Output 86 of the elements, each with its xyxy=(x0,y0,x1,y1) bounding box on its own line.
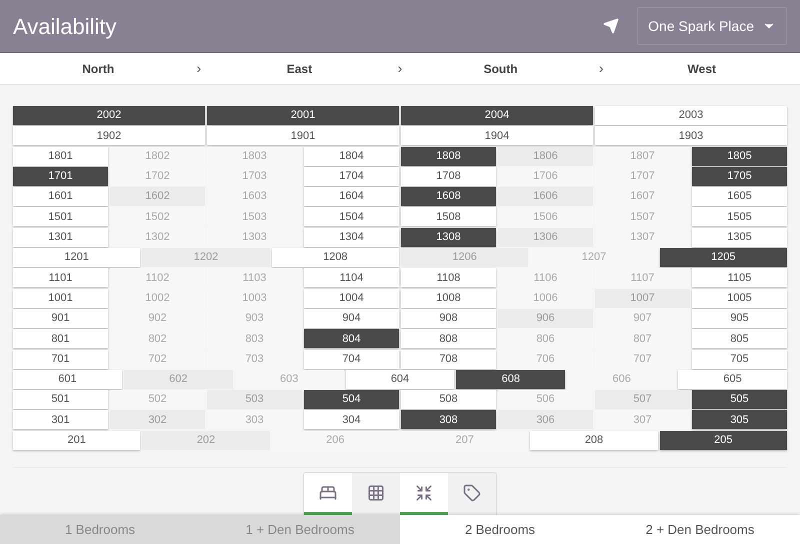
chevron-separator: › xyxy=(196,59,202,78)
grid-tab[interactable] xyxy=(352,473,400,515)
unit-cell[interactable]: 608 xyxy=(456,370,566,389)
unit-cell[interactable]: 705 xyxy=(692,350,787,369)
unit-cell[interactable]: 205 xyxy=(660,430,787,450)
unit-cell[interactable]: 305 xyxy=(692,410,787,430)
unit-cell[interactable]: 2004 xyxy=(401,106,593,125)
unit-cell[interactable]: 1805 xyxy=(692,146,787,166)
unit-cell[interactable]: 1601 xyxy=(13,187,108,206)
direction-tab[interactable]: West xyxy=(604,60,800,78)
shrink-tab[interactable] xyxy=(400,473,448,515)
unit-cell[interactable]: 1004 xyxy=(304,288,399,308)
unit-cell[interactable]: 1701 xyxy=(13,166,108,186)
unit-cell[interactable]: 1801 xyxy=(13,146,108,166)
unit-cell[interactable]: 708 xyxy=(401,350,496,369)
unit-cell[interactable]: 1902 xyxy=(13,126,205,146)
unit-cell[interactable]: 1708 xyxy=(401,166,496,186)
unit-cell[interactable]: 908 xyxy=(401,308,496,328)
unit-cell[interactable]: 501 xyxy=(13,390,108,410)
tag-tab[interactable] xyxy=(448,473,496,515)
bed-icon xyxy=(319,484,337,502)
building-dropdown[interactable]: One Spark Place xyxy=(637,7,787,45)
unit-cell[interactable]: 504 xyxy=(304,390,399,410)
unit-cell[interactable]: 1001 xyxy=(13,288,108,308)
unit-cell[interactable]: 508 xyxy=(401,390,496,410)
unit-cell[interactable]: 1104 xyxy=(304,268,399,288)
unit-cell[interactable]: 1304 xyxy=(304,228,399,247)
unit-cell[interactable]: 1504 xyxy=(304,207,399,226)
unit-cell[interactable]: 1205 xyxy=(660,248,787,268)
tag-icon xyxy=(463,484,481,502)
unit-cell[interactable]: 704 xyxy=(304,350,399,369)
unit-cell[interactable]: 801 xyxy=(13,329,108,348)
unit-cell[interactable]: 1901 xyxy=(207,126,399,146)
unit-cell[interactable]: 1704 xyxy=(304,166,399,186)
unit-cell[interactable]: 1301 xyxy=(13,228,108,247)
unit-cell[interactable]: 605 xyxy=(678,370,787,389)
unit-cell[interactable]: 1008 xyxy=(401,288,496,308)
unit-cell[interactable]: 804 xyxy=(304,329,399,348)
unit-cell[interactable]: 208 xyxy=(530,430,658,450)
unit-cell[interactable]: 1904 xyxy=(401,126,593,146)
unit-cell[interactable]: 1201 xyxy=(13,248,140,268)
chevron-separator: › xyxy=(398,59,402,78)
unit-cell[interactable]: 1005 xyxy=(692,288,787,308)
unit-cell[interactable]: 301 xyxy=(13,410,108,430)
unit-cell[interactable]: 1108 xyxy=(401,268,496,288)
unit-cell[interactable]: 701 xyxy=(13,350,108,369)
direction-tab[interactable]: East xyxy=(201,60,398,78)
unit-cell[interactable]: 604 xyxy=(346,370,454,389)
arrows-inward-icon xyxy=(415,484,433,502)
bed-tab[interactable] xyxy=(304,473,352,515)
chevron-separator: › xyxy=(598,59,604,78)
grid-icon xyxy=(367,484,385,502)
direction-tab[interactable]: North xyxy=(0,60,196,78)
unit-cell[interactable]: 1501 xyxy=(13,207,108,226)
unit-cell[interactable]: 1508 xyxy=(401,207,496,226)
bedroom-tab[interactable]: 2 + Den Bedrooms xyxy=(600,515,800,544)
unit-cell[interactable]: 1705 xyxy=(692,166,787,186)
unit-cell[interactable]: 1605 xyxy=(692,187,787,206)
unit-cell[interactable]: 1804 xyxy=(304,146,399,166)
unit-cell[interactable]: 1101 xyxy=(13,268,108,288)
unit-cell[interactable]: 2001 xyxy=(207,106,399,125)
bedroom-tab[interactable]: 2 Bedrooms xyxy=(400,515,600,544)
unit-cell[interactable]: 1305 xyxy=(692,228,787,247)
unit-cell[interactable]: 1808 xyxy=(401,146,496,166)
unit-cell[interactable]: 505 xyxy=(692,390,787,410)
unit-cell[interactable]: 1308 xyxy=(401,228,496,247)
unit-cell[interactable]: 1208 xyxy=(272,248,399,268)
unit-cell[interactable]: 1105 xyxy=(692,268,787,288)
page-title: Availability xyxy=(13,12,118,41)
unit-cell[interactable]: 1604 xyxy=(304,187,399,206)
direction-tab[interactable]: South xyxy=(402,60,599,78)
unit-cell[interactable]: 1903 xyxy=(595,126,787,146)
unit-cell[interactable]: 2002 xyxy=(13,106,205,125)
unit-cell[interactable]: 308 xyxy=(401,410,496,430)
unit-cell[interactable]: 808 xyxy=(401,329,496,348)
unit-cell[interactable]: 201 xyxy=(13,430,140,450)
unit-cell[interactable]: 304 xyxy=(304,410,399,430)
unit-cell[interactable]: 1608 xyxy=(401,187,496,206)
unit-cell[interactable]: 901 xyxy=(13,308,108,328)
unit-cell[interactable]: 904 xyxy=(304,308,399,328)
unit-cell[interactable]: 1505 xyxy=(692,207,787,226)
send-icon[interactable] xyxy=(603,18,620,34)
unit-cell[interactable]: 805 xyxy=(692,329,787,348)
unit-cell[interactable]: 2003 xyxy=(595,106,787,125)
unit-cell[interactable]: 905 xyxy=(692,308,787,328)
unit-cell[interactable]: 601 xyxy=(13,370,122,389)
